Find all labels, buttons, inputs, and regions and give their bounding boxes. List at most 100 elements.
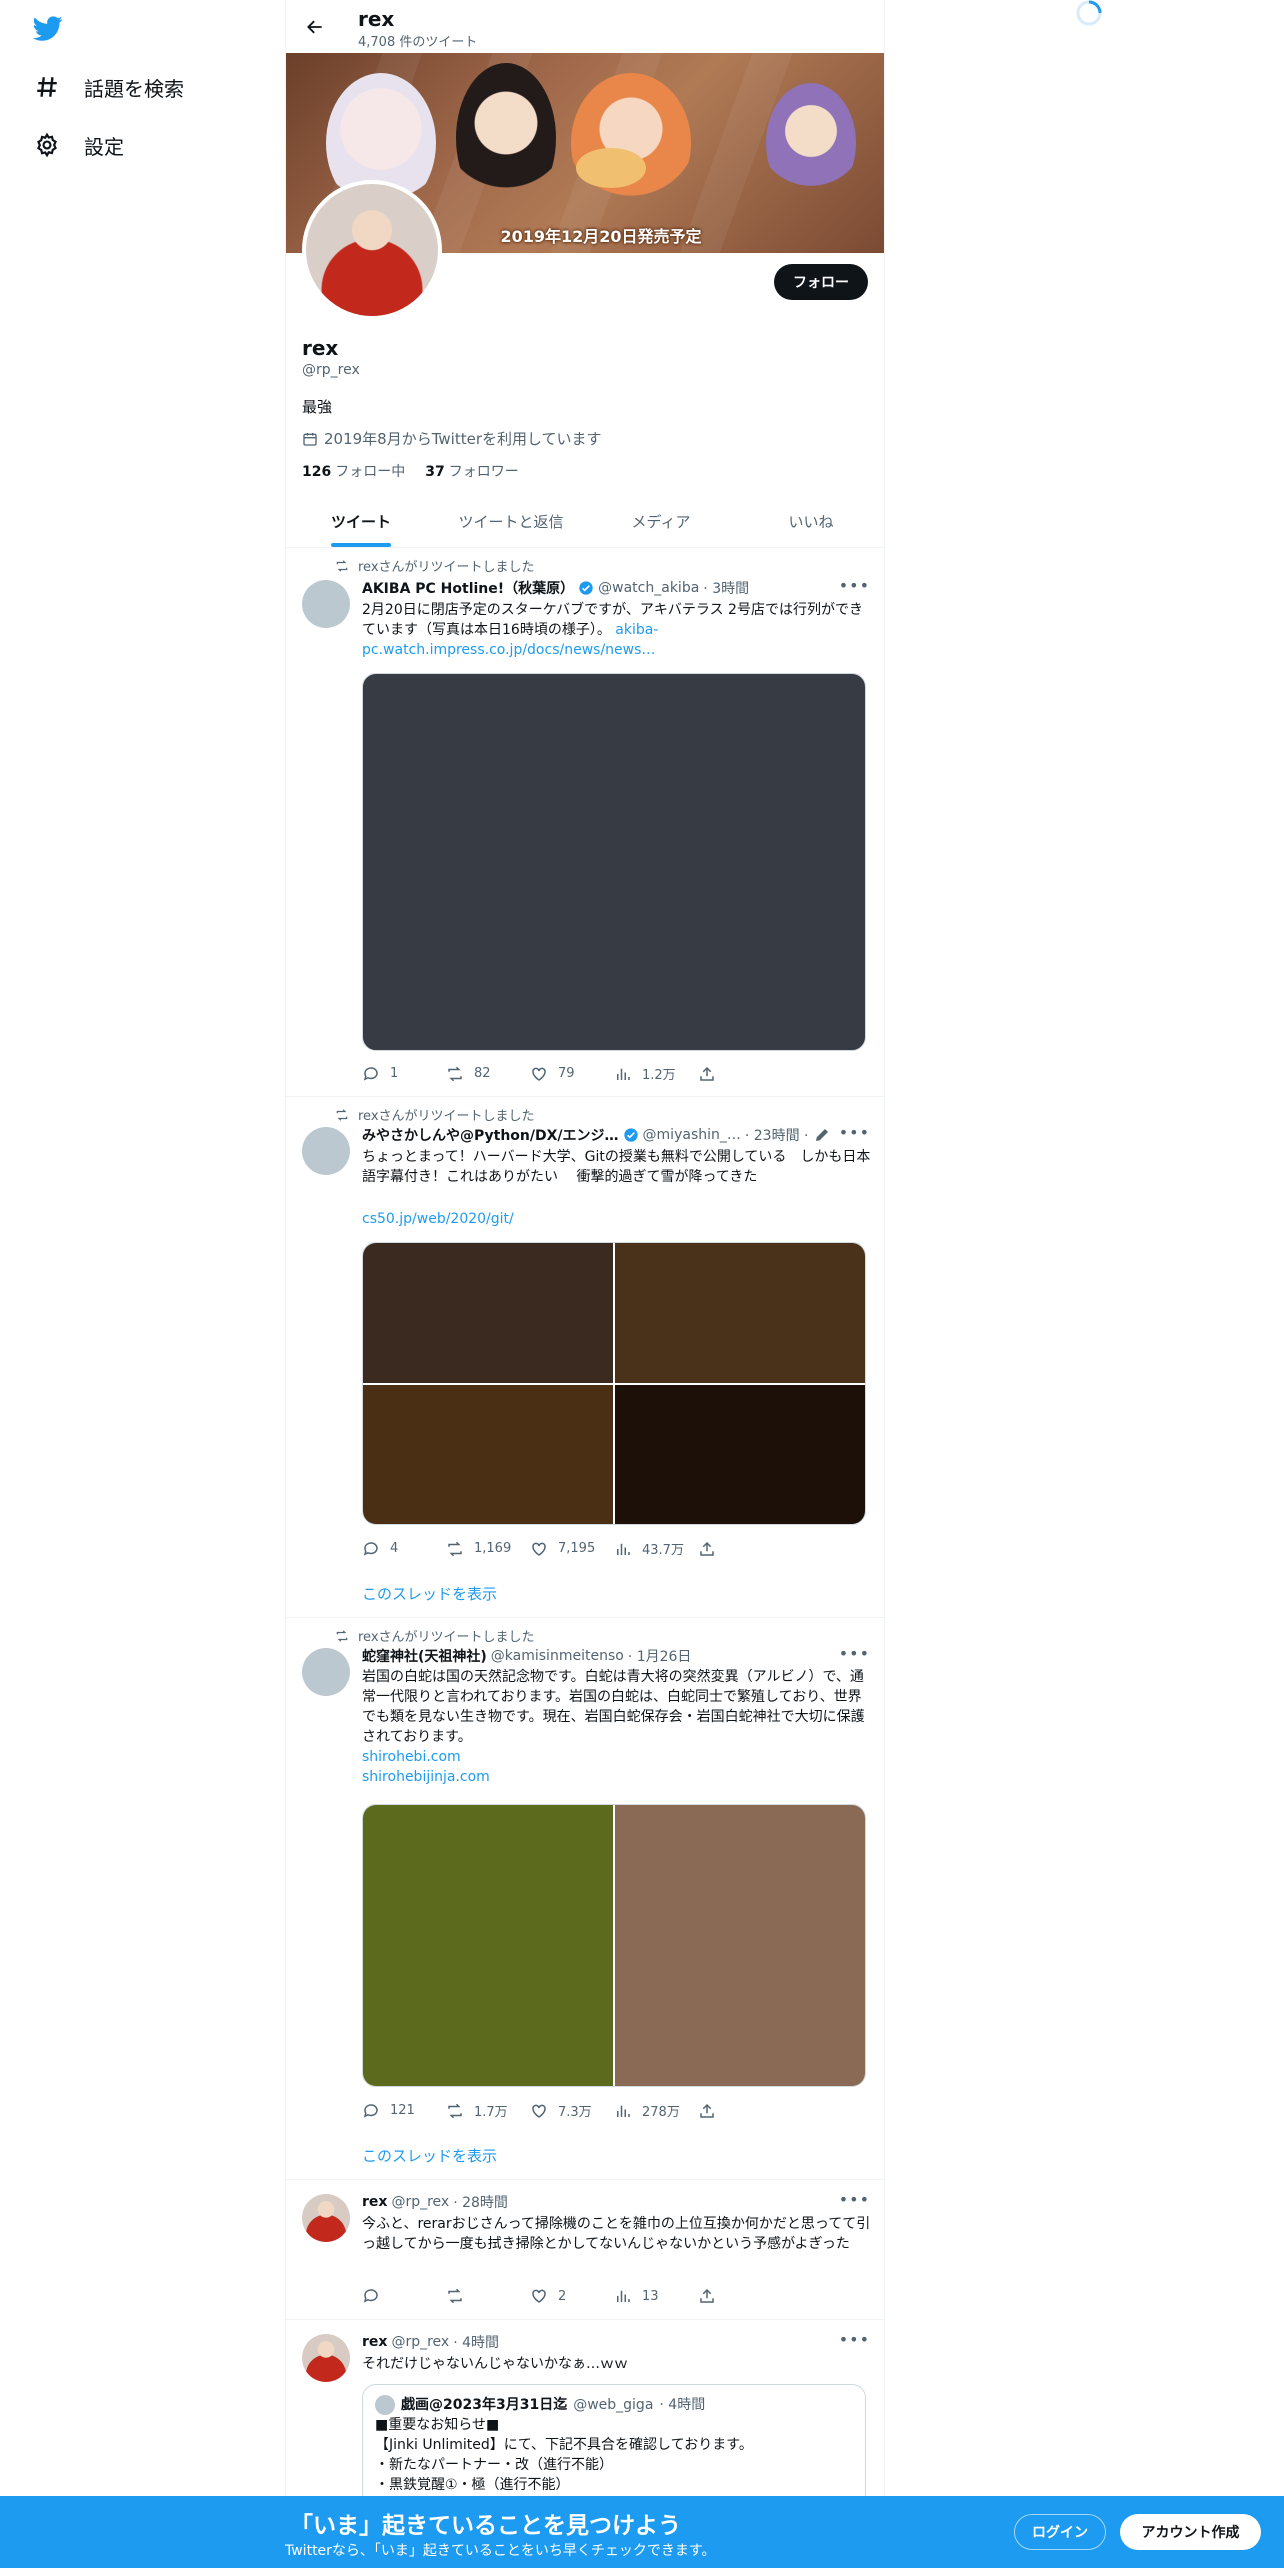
- view-count: 43.7万: [642, 1543, 684, 1558]
- views-button[interactable]: 1.2万: [614, 1064, 698, 1083]
- more-options-icon[interactable]: •••: [839, 1123, 870, 1142]
- more-options-icon[interactable]: •••: [839, 2190, 870, 2209]
- views-button[interactable]: 13: [614, 2287, 698, 2305]
- share-icon: [700, 2288, 714, 2303]
- tweet-card[interactable]: rex @rp_rex · 28時間 ••• 今ふと、rerarおじさんって掃除…: [286, 2180, 884, 2320]
- profile-avatar[interactable]: [302, 180, 442, 320]
- reply-button[interactable]: 1: [362, 1064, 446, 1083]
- tweet-header: みやさかしんや@Python/DX/エンジ… @miyashin_… · 23時…: [362, 1125, 831, 1145]
- profile-header-bar: rex 4,708 件のツイート: [286, 0, 884, 53]
- followers-count: 37: [425, 464, 445, 480]
- tweet-time[interactable]: · 28時間: [453, 2192, 508, 2212]
- tweet-author-handle[interactable]: @watch_akiba: [598, 580, 699, 596]
- tweet-author-handle[interactable]: @kamisinmeitenso: [491, 1648, 624, 1664]
- views-button[interactable]: 43.7万: [614, 1539, 698, 1558]
- tweet-avatar[interactable]: [302, 1648, 350, 1696]
- tweet-author-handle[interactable]: @miyashin_…: [643, 1127, 741, 1143]
- twitter-bird-icon[interactable]: [31, 13, 65, 43]
- tweet-image[interactable]: [363, 1243, 613, 1383]
- tweet-image[interactable]: [363, 1384, 613, 1524]
- tweet-card[interactable]: rexさんがリツイートしました AKIBA PC Hotline!（秋葉原） @…: [286, 548, 884, 1097]
- views-chart-icon: [617, 1543, 630, 1555]
- tweet-image[interactable]: [615, 1805, 865, 2086]
- tweet-text: ちょっとまって！ハーバード大学、Gitの授業も無料で公開している しかも日本語字…: [362, 1149, 871, 1185]
- nav-explore[interactable]: 話題を検索: [34, 67, 184, 107]
- retweet-icon: [448, 2288, 462, 2304]
- profile-joined: 2019年8月からTwitterを利用しています: [302, 428, 602, 449]
- tweet-author-name[interactable]: みやさかしんや@Python/DX/エンジ…: [362, 1125, 619, 1145]
- retweet-button[interactable]: 82: [446, 1064, 530, 1083]
- like-button[interactable]: 2: [530, 2287, 614, 2305]
- quoted-text-line: ・黒鉄覚醒①・極（進行不能）: [375, 2477, 570, 2493]
- heart-icon: [532, 1067, 546, 1081]
- tweet-avatar[interactable]: [302, 2334, 350, 2382]
- show-thread-link[interactable]: このスレッドを表示: [362, 1583, 497, 1604]
- login-button[interactable]: ログイン: [1014, 2514, 1106, 2550]
- tweet-author-name[interactable]: AKIBA PC Hotline!（秋葉原）: [362, 578, 574, 598]
- share-button[interactable]: [698, 1064, 782, 1083]
- tweet-time[interactable]: · 3時間: [703, 578, 749, 598]
- tweet-image[interactable]: [363, 1805, 613, 2086]
- tab-likes[interactable]: いいね: [736, 495, 884, 547]
- edit-pencil-icon: [815, 1129, 828, 1141]
- share-button[interactable]: [698, 1539, 782, 1558]
- followers-label: フォロワー: [448, 464, 519, 480]
- show-thread-link[interactable]: このスレッドを表示: [362, 2145, 497, 2166]
- verified-badge-icon: [623, 1128, 638, 1142]
- tweet-author-name[interactable]: rex: [362, 2334, 387, 2350]
- retweet-count: 82: [474, 1066, 491, 1081]
- more-options-icon[interactable]: •••: [839, 1644, 870, 1663]
- tweet-author-name[interactable]: rex: [362, 2194, 387, 2210]
- tab-tweets[interactable]: ツイート: [286, 495, 436, 547]
- tweet-text: 岩国の白蛇は国の天然記念物です。白蛇は青大将の突然変異（アルビノ）で、通常一代限…: [362, 1669, 865, 1745]
- retweet-button[interactable]: [446, 2287, 530, 2305]
- tweet-image[interactable]: [362, 673, 866, 1051]
- tweet-image[interactable]: [615, 1243, 865, 1383]
- tweet-author-name[interactable]: 蛇窪神社(天祖神社): [362, 1646, 487, 1666]
- tweet-author-handle[interactable]: @rp_rex: [391, 2334, 449, 2350]
- tab-tweets-replies[interactable]: ツイートと返信: [436, 495, 586, 547]
- share-button[interactable]: [698, 2101, 782, 2120]
- tweet-image[interactable]: [615, 1384, 865, 1524]
- quoted-text-line: ・新たなパートナー・改（進行不能）: [375, 2457, 613, 2473]
- reply-button[interactable]: 4: [362, 1539, 446, 1558]
- tweet-time[interactable]: · 23時間 ·: [745, 1125, 809, 1145]
- like-button[interactable]: 79: [530, 1064, 614, 1083]
- retweet-button[interactable]: 1.7万: [446, 2101, 530, 2120]
- tweet-card[interactable]: rexさんがリツイートしました 蛇窪神社(天祖神社) @kamisinmeite…: [286, 1618, 884, 2180]
- views-chart-icon: [617, 2105, 630, 2117]
- signup-button[interactable]: アカウント作成: [1120, 2514, 1261, 2550]
- tweet-card[interactable]: rexさんがリツイートしました みやさかしんや@Python/DX/エンジ… @…: [286, 1097, 884, 1618]
- like-button[interactable]: 7.3万: [530, 2101, 614, 2120]
- tweet-avatar[interactable]: [302, 580, 350, 628]
- tweet-link[interactable]: shirohebijinja.com: [362, 1767, 872, 1787]
- tweet-avatar[interactable]: [302, 1127, 350, 1175]
- follow-button[interactable]: フォロー: [774, 264, 868, 300]
- reply-button[interactable]: [362, 2287, 446, 2305]
- share-icon: [700, 1541, 714, 1556]
- like-button[interactable]: 7,195: [530, 1539, 614, 1558]
- more-options-icon[interactable]: •••: [839, 2330, 870, 2349]
- tab-media[interactable]: メディア: [586, 495, 736, 547]
- tweet-author-handle[interactable]: @rp_rex: [391, 2194, 449, 2210]
- tweet-avatar[interactable]: [302, 2194, 350, 2242]
- followers-link[interactable]: 37 フォロワー: [425, 461, 518, 481]
- profile-tabs: ツイート ツイートと返信 メディア いいね: [286, 495, 884, 548]
- more-options-icon[interactable]: •••: [839, 576, 870, 595]
- quoted-time: · 4時間: [659, 2397, 706, 2413]
- tweet-time[interactable]: · 4時間: [453, 2332, 499, 2352]
- tweet-link[interactable]: cs50.jp/web/2020/git/: [362, 1209, 872, 1229]
- reply-button[interactable]: 121: [362, 2101, 446, 2120]
- tweet-link[interactable]: shirohebi.com: [362, 1747, 872, 1767]
- tweet-time[interactable]: · 1月26日: [628, 1646, 692, 1666]
- retweet-context: rexさんがリツイートしました: [334, 1105, 535, 1124]
- like-count: 79: [558, 1066, 575, 1081]
- following-link[interactable]: 126 フォロー中: [302, 461, 405, 481]
- hashtag-icon: [37, 77, 57, 97]
- nav-settings[interactable]: 設定: [34, 125, 124, 165]
- views-button[interactable]: 278万: [614, 2101, 698, 2120]
- back-button[interactable]: [300, 12, 330, 42]
- share-button[interactable]: [698, 2287, 782, 2305]
- retweet-button[interactable]: 1,169: [446, 1539, 530, 1558]
- quoted-text-line: ■重要なお知らせ■: [375, 2417, 500, 2433]
